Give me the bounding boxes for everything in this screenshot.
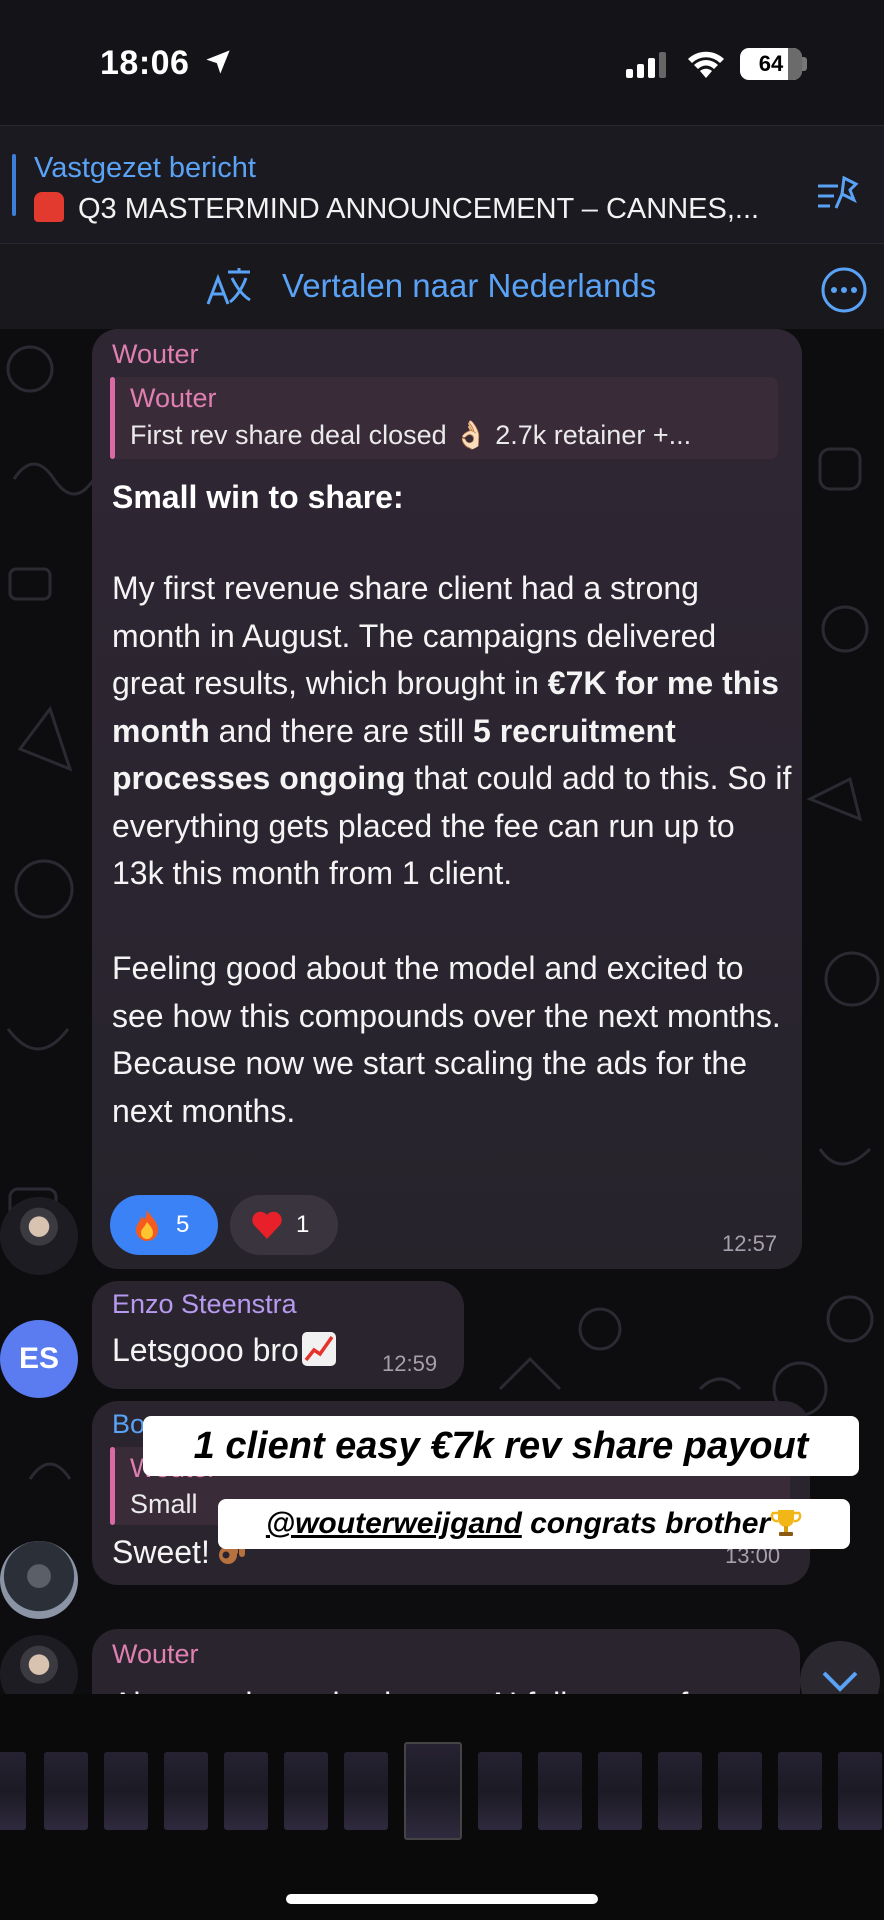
status-time: 18:06 bbox=[100, 44, 190, 82]
thumbnail[interactable] bbox=[224, 1752, 268, 1830]
pinned-text: Q3 MASTERMIND ANNOUNCEMENT – CANNES,... bbox=[78, 193, 760, 225]
reply-text: Small bbox=[130, 1489, 198, 1519]
siren-icon bbox=[34, 192, 64, 222]
reply-sender: Wouter bbox=[130, 383, 217, 413]
message-body: Also starting to implement AI follow-ups… bbox=[112, 1681, 717, 1694]
thumbnail[interactable] bbox=[344, 1752, 388, 1830]
thumbnail[interactable] bbox=[838, 1752, 882, 1830]
reaction-heart[interactable]: 1 bbox=[230, 1195, 338, 1255]
translate-bar[interactable]: Vertalen naar Nederlands bbox=[0, 243, 884, 329]
thumbnail[interactable] bbox=[164, 1752, 208, 1830]
message-bubble-enzo[interactable]: Enzo Steenstra Letsgooo bro 12:59 bbox=[92, 1281, 464, 1389]
message-sender[interactable]: Wouter bbox=[112, 1639, 199, 1670]
message-sender[interactable]: Bo bbox=[112, 1409, 145, 1440]
translate-icon bbox=[206, 268, 251, 305]
thumbnail[interactable] bbox=[718, 1752, 762, 1830]
mention-handle[interactable]: @wouterweijgand bbox=[266, 1507, 522, 1540]
reaction-count: 5 bbox=[176, 1211, 190, 1238]
home-indicator[interactable] bbox=[286, 1894, 598, 1904]
message-time: 12:57 bbox=[722, 1231, 778, 1256]
translate-label: Vertalen naar Nederlands bbox=[282, 267, 657, 304]
trophy-icon bbox=[770, 1510, 802, 1536]
thumbnail[interactable] bbox=[44, 1752, 88, 1830]
mention-text: congrats brother bbox=[521, 1507, 771, 1540]
status-bar: 18:06 64 bbox=[0, 0, 884, 125]
avatar[interactable] bbox=[0, 1197, 78, 1275]
avatar[interactable] bbox=[0, 1541, 78, 1619]
message-bubble-wouter[interactable]: Wouter Wouter First rev share deal close… bbox=[92, 329, 802, 1269]
pinned-title: Vastgezet bericht bbox=[34, 152, 256, 184]
message-time: 12:59 bbox=[382, 1351, 438, 1376]
chat-area[interactable]: Wouter Wouter First rev share deal close… bbox=[0, 329, 884, 1694]
avatar[interactable]: ES bbox=[0, 1320, 78, 1398]
battery-tip bbox=[802, 57, 807, 71]
pinned-message-bar[interactable]: Vastgezet bericht Q3 MASTERMIND ANNOUNCE… bbox=[0, 125, 884, 243]
message-sender[interactable]: Enzo Steenstra bbox=[112, 1289, 297, 1320]
chart-increasing-icon bbox=[301, 1332, 336, 1366]
message-body: My first revenue share client had a stro… bbox=[112, 570, 792, 1129]
thumbnail[interactable] bbox=[0, 1752, 26, 1830]
thumbnail[interactable] bbox=[658, 1752, 702, 1830]
cellular-signal-icon bbox=[626, 52, 666, 78]
more-options-icon[interactable] bbox=[820, 266, 868, 314]
message-body: Letsgooo bro bbox=[112, 1327, 337, 1375]
battery-indicator: 64 bbox=[740, 48, 802, 80]
heart-icon bbox=[252, 1211, 282, 1239]
thumbnail[interactable] bbox=[478, 1752, 522, 1830]
story-thumbnail-strip[interactable] bbox=[0, 1694, 884, 1920]
thumbnail[interactable] bbox=[778, 1752, 822, 1830]
message-bubble-wouter-2[interactable]: Wouter Also starting to implement AI fol… bbox=[92, 1629, 800, 1694]
message-sender[interactable]: Wouter bbox=[112, 339, 199, 370]
pinned-text-row: Q3 MASTERMIND ANNOUNCEMENT – CANNES,... bbox=[34, 192, 759, 226]
reply-bar bbox=[110, 377, 115, 459]
reply-text: First rev share deal closed 👌🏻 2.7k reta… bbox=[130, 420, 692, 450]
thumbnail[interactable] bbox=[104, 1752, 148, 1830]
thumbnail-active[interactable] bbox=[404, 1742, 462, 1840]
reply-bar bbox=[110, 1447, 115, 1525]
thumbnail[interactable] bbox=[598, 1752, 642, 1830]
reply-preview[interactable]: Wouter First rev share deal closed 👌🏻 2.… bbox=[110, 377, 778, 459]
pinned-list-icon[interactable] bbox=[816, 176, 860, 216]
thumbnail[interactable] bbox=[538, 1752, 582, 1830]
message-title: Small win to share: bbox=[112, 479, 404, 515]
reaction-count: 1 bbox=[296, 1211, 310, 1238]
mention-overlay: @wouterweijgand congrats brother bbox=[218, 1499, 850, 1549]
wifi-icon bbox=[688, 51, 724, 78]
fire-icon bbox=[136, 1210, 158, 1241]
location-arrow-icon bbox=[206, 50, 230, 74]
thumbnail[interactable] bbox=[284, 1752, 328, 1830]
reaction-fire[interactable]: 5 bbox=[110, 1195, 218, 1255]
caption-overlay: 1 client easy €7k rev share payout bbox=[143, 1416, 859, 1476]
pinned-indicator bbox=[12, 154, 16, 216]
